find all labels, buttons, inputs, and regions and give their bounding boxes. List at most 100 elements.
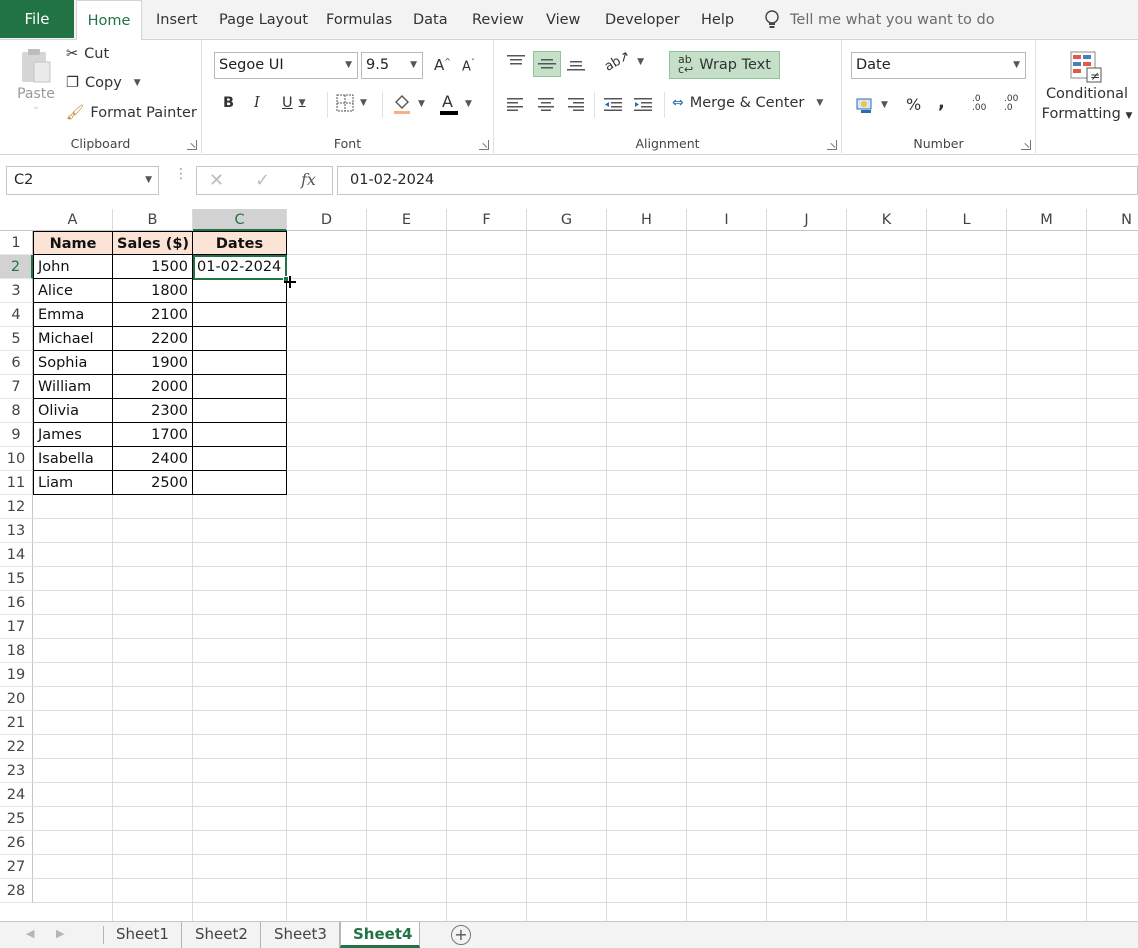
table-cell[interactable] <box>193 471 287 495</box>
row-header-4[interactable]: 4 <box>0 303 33 327</box>
row-header-11[interactable]: 11 <box>0 471 33 495</box>
italic-button[interactable]: I <box>254 95 260 111</box>
merge-center-button[interactable]: ⇔ Merge & Center ▼ <box>672 95 823 111</box>
table-cell[interactable]: 1800 <box>113 279 193 303</box>
column-header-f[interactable]: F <box>447 209 527 231</box>
table-cell[interactable]: Sophia <box>33 351 113 375</box>
number-format-select[interactable]: Date ▼ <box>851 52 1026 79</box>
row-header-18[interactable]: 18 <box>0 639 33 663</box>
enter-check-icon[interactable]: ✓ <box>255 170 270 191</box>
dialog-launcher-icon[interactable] <box>479 140 489 150</box>
row-header-23[interactable]: 23 <box>0 759 33 783</box>
scroll-right-icon[interactable]: ▶ <box>56 927 64 940</box>
column-header-k[interactable]: K <box>847 209 927 231</box>
increase-indent-button[interactable] <box>633 97 653 111</box>
table-cell[interactable]: Michael <box>33 327 113 351</box>
decrease-decimal-button[interactable]: .00 .0 <box>1004 95 1018 113</box>
top-align-button[interactable] <box>506 54 526 70</box>
table-cell[interactable]: 2500 <box>113 471 193 495</box>
font-family-select[interactable]: Segoe UI ▼ <box>214 52 358 79</box>
row-header-26[interactable]: 26 <box>0 831 33 855</box>
underline-button[interactable]: U ▼ <box>282 95 306 111</box>
table-cell[interactable] <box>193 423 287 447</box>
column-header-b[interactable]: B <box>113 209 193 231</box>
tell-me-search[interactable]: Tell me what you want to do <box>764 0 995 40</box>
percent-style-button[interactable]: % <box>906 95 921 114</box>
table-header-cell[interactable]: Sales ($) <box>113 231 193 255</box>
font-size-select[interactable]: 9.5 ▼ <box>361 52 423 79</box>
wrap-text-button[interactable]: ab c↩ Wrap Text <box>669 51 780 79</box>
accounting-format-button[interactable]: ▼ <box>855 95 888 115</box>
row-header-27[interactable]: 27 <box>0 855 33 879</box>
align-center-button[interactable] <box>537 97 555 111</box>
table-cell[interactable] <box>193 303 287 327</box>
table-cell[interactable]: Alice <box>33 279 113 303</box>
column-header-h[interactable]: H <box>607 209 687 231</box>
table-cell[interactable] <box>193 375 287 399</box>
column-header-d[interactable]: D <box>287 209 367 231</box>
table-cell[interactable]: 2200 <box>113 327 193 351</box>
table-cell[interactable]: 2100 <box>113 303 193 327</box>
tab-review[interactable]: Review <box>472 0 524 40</box>
tab-file[interactable]: File <box>0 0 74 38</box>
table-cell[interactable]: 2300 <box>113 399 193 423</box>
comma-style-button[interactable]: , <box>938 92 945 113</box>
sheet-tab-sheet3[interactable]: Sheet3 <box>262 922 340 948</box>
row-header-28[interactable]: 28 <box>0 879 33 903</box>
row-header-15[interactable]: 15 <box>0 567 33 591</box>
column-header-g[interactable]: G <box>527 209 607 231</box>
sheet-tab-sheet1[interactable]: Sheet1 <box>104 922 182 948</box>
column-header-a[interactable]: A <box>33 209 113 231</box>
column-header-m[interactable]: M <box>1007 209 1087 231</box>
table-cell[interactable]: Emma <box>33 303 113 327</box>
row-header-19[interactable]: 19 <box>0 663 33 687</box>
tab-view[interactable]: View <box>546 0 580 40</box>
column-header-c[interactable]: C <box>193 209 287 231</box>
row-header-22[interactable]: 22 <box>0 735 33 759</box>
copy-button[interactable]: ❐ Copy ▼ <box>66 75 141 91</box>
decrease-indent-button[interactable] <box>603 97 623 111</box>
table-cell[interactable]: James <box>33 423 113 447</box>
add-sheet-icon[interactable]: + <box>451 925 471 945</box>
increase-font-size-button[interactable]: A^ <box>434 56 451 74</box>
bold-button[interactable]: B <box>223 95 234 111</box>
column-header-j[interactable]: J <box>767 209 847 231</box>
tab-home[interactable]: Home <box>76 0 142 41</box>
row-header-16[interactable]: 16 <box>0 591 33 615</box>
table-header-cell[interactable]: Name <box>33 231 113 255</box>
scroll-left-icon[interactable]: ◀ <box>26 927 34 940</box>
tab-page-layout[interactable]: Page Layout <box>219 0 308 40</box>
decrease-font-size-button[interactable]: Aˇ <box>462 58 475 74</box>
row-header-12[interactable]: 12 <box>0 495 33 519</box>
row-header-9[interactable]: 9 <box>0 423 33 447</box>
table-cell[interactable]: 1900 <box>113 351 193 375</box>
table-cell[interactable]: 01-02-2024 <box>193 255 287 279</box>
middle-align-button[interactable] <box>533 51 561 77</box>
table-cell[interactable]: 1500 <box>113 255 193 279</box>
table-cell[interactable]: Liam <box>33 471 113 495</box>
row-header-1[interactable]: 1 <box>0 231 33 255</box>
fill-color-button[interactable]: ▼ <box>392 93 425 115</box>
align-left-button[interactable] <box>506 97 524 111</box>
column-header-e[interactable]: E <box>367 209 447 231</box>
row-header-6[interactable]: 6 <box>0 351 33 375</box>
table-header-cell[interactable]: Dates <box>193 231 287 255</box>
increase-decimal-button[interactable]: .0 .00 <box>972 95 986 113</box>
row-header-10[interactable]: 10 <box>0 447 33 471</box>
column-header-n[interactable]: N <box>1087 209 1138 231</box>
table-cell[interactable] <box>193 351 287 375</box>
row-header-20[interactable]: 20 <box>0 687 33 711</box>
format-painter-button[interactable]: 🖌 Format Painter <box>66 104 197 122</box>
formula-bar-grip-icon[interactable]: ⋮ <box>174 167 188 188</box>
orientation-button[interactable]: ab↗ ▼ <box>602 48 644 75</box>
table-cell[interactable] <box>193 279 287 303</box>
tab-data[interactable]: Data <box>413 0 448 40</box>
table-cell[interactable] <box>193 447 287 471</box>
table-cell[interactable]: 1700 <box>113 423 193 447</box>
paste-button[interactable]: Paste ⌄ <box>14 48 58 112</box>
cut-button[interactable]: ✂ Cut <box>66 46 109 62</box>
row-header-8[interactable]: 8 <box>0 399 33 423</box>
tab-formulas[interactable]: Formulas <box>326 0 392 40</box>
row-header-13[interactable]: 13 <box>0 519 33 543</box>
table-cell[interactable]: John <box>33 255 113 279</box>
